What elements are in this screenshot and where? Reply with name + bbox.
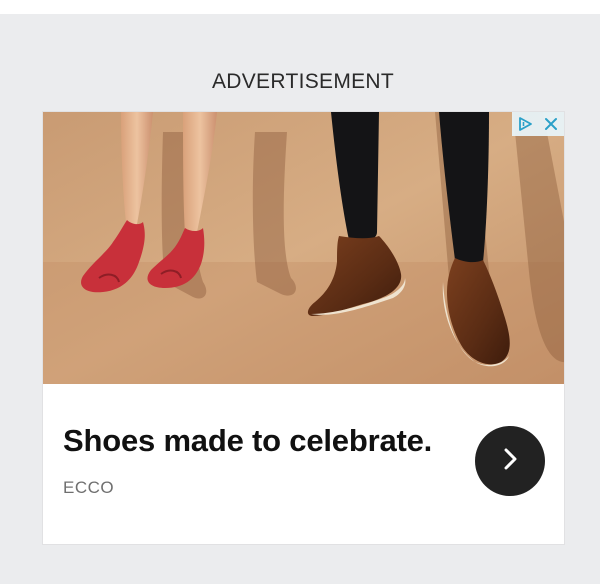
- advertisement-label: ADVERTISEMENT: [211, 70, 395, 93]
- ad-card[interactable]: Shoes made to celebrate. ECCO: [42, 111, 565, 545]
- top-strip: [0, 0, 600, 14]
- advertiser-name: ECCO: [63, 478, 115, 497]
- close-icon[interactable]: [540, 113, 562, 135]
- chevron-right-icon: [497, 446, 523, 477]
- ad-image[interactable]: [43, 112, 565, 384]
- adchoices-icon[interactable]: [514, 113, 536, 135]
- ad-cta-button[interactable]: [475, 426, 545, 496]
- adchoices-badge[interactable]: [512, 112, 564, 136]
- ad-headline[interactable]: Shoes made to celebrate.: [63, 423, 432, 459]
